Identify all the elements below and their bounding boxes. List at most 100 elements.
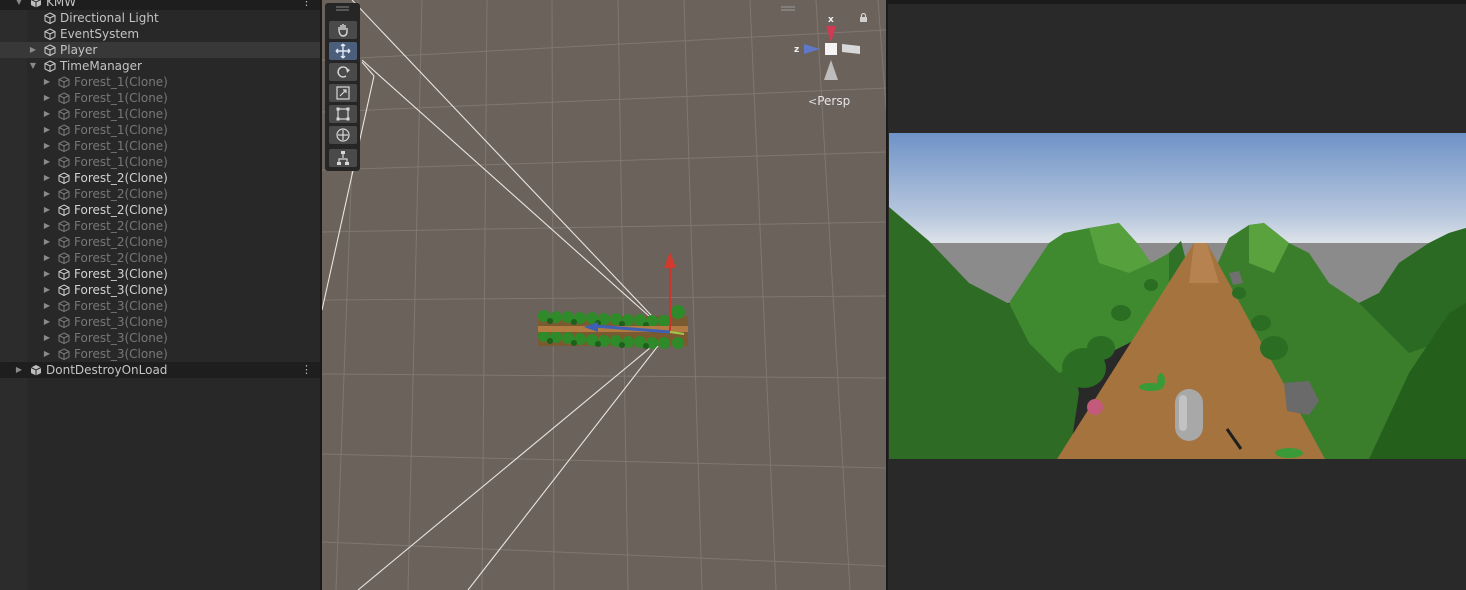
hierarchy-item-label: Player	[60, 43, 98, 57]
gameobject-icon	[58, 300, 70, 313]
move-icon	[335, 43, 351, 59]
gameobject-icon	[44, 44, 56, 57]
hierarchy-item[interactable]: ▶ Player	[0, 42, 320, 58]
rect-tool-icon	[336, 107, 350, 121]
more-menu-icon[interactable]: ⋮	[301, 362, 312, 378]
hierarchy-item-label: TimeManager	[60, 59, 142, 73]
collapse-arrow-icon[interactable]: ▶	[42, 106, 52, 122]
collapse-arrow-icon[interactable]: ▶	[42, 218, 52, 234]
game-render	[889, 133, 1466, 459]
hierarchy-scene-kmw[interactable]: ▼ KMW ⋮	[0, 0, 320, 10]
hierarchy-item[interactable]: ▶ Forest_1(Clone)	[0, 90, 320, 106]
hierarchy-item-label: Forest_3(Clone)	[74, 315, 168, 329]
hierarchy-item-label: Forest_1(Clone)	[74, 155, 168, 169]
hierarchy-item[interactable]: ▶ Forest_3(Clone)	[0, 314, 320, 330]
gameobject-icon	[58, 236, 70, 249]
collapse-arrow-icon[interactable]: ▶	[42, 250, 52, 266]
hierarchy-item-label: Forest_1(Clone)	[74, 91, 168, 105]
custom-tool-button[interactable]	[329, 149, 357, 167]
hierarchy-item[interactable]: ▶ Forest_1(Clone)	[0, 154, 320, 170]
collapse-arrow-icon[interactable]: ▶	[42, 202, 52, 218]
rotate-icon	[337, 66, 350, 78]
expand-arrow-icon[interactable]: ▼	[28, 58, 38, 74]
hierarchy-item-label: Forest_3(Clone)	[74, 299, 168, 313]
collapse-arrow-icon[interactable]: ▶	[42, 346, 52, 362]
more-menu-icon[interactable]: ⋮	[301, 0, 312, 10]
gameobject-icon	[58, 108, 70, 121]
hierarchy-item[interactable]: ▼ TimeManager	[0, 58, 320, 74]
collapse-arrow-icon[interactable]: ▶	[42, 234, 52, 250]
hierarchy-item[interactable]: ▶ Forest_2(Clone)	[0, 250, 320, 266]
collapse-arrow-icon[interactable]: ▶	[42, 122, 52, 138]
persp-label: Persp	[817, 94, 851, 108]
custom-tool-icon	[337, 151, 349, 165]
collapse-arrow-icon[interactable]: ▶	[42, 282, 52, 298]
hierarchy-item[interactable]: ▶ Forest_1(Clone)	[0, 106, 320, 122]
scale-tool-button[interactable]	[329, 84, 357, 102]
collapse-arrow-icon[interactable]: ▶	[42, 330, 52, 346]
hierarchy-panel: ▼ KMW ⋮ Directional Light EventSystem ▶ Player…	[0, 0, 320, 590]
gizmo-y-cone[interactable]	[824, 60, 838, 80]
hierarchy-scene-dontdestroyonload[interactable]: ▶ DontDestroyOnLoad ⋮	[0, 362, 320, 378]
hierarchy-item[interactable]: ▶ Forest_3(Clone)	[0, 346, 320, 362]
rect-tool-button[interactable]	[329, 105, 357, 123]
collapse-arrow-icon[interactable]: ▶	[42, 298, 52, 314]
hierarchy-item-label: Forest_1(Clone)	[74, 75, 168, 89]
hierarchy-item-label: Directional Light	[60, 11, 159, 25]
hierarchy-item[interactable]: ▶ Forest_3(Clone)	[0, 298, 320, 314]
scene-view[interactable]: x z <Persp	[322, 0, 886, 590]
hand-tool-button[interactable]	[329, 21, 357, 39]
hierarchy-item[interactable]: ▶ Forest_3(Clone)	[0, 266, 320, 282]
hierarchy-item[interactable]: ▶ Forest_3(Clone)	[0, 330, 320, 346]
hierarchy-item-label: Forest_2(Clone)	[74, 171, 168, 185]
collapse-arrow-icon[interactable]: ▶	[42, 170, 52, 186]
collapse-arrow-icon[interactable]: ▶	[42, 74, 52, 90]
collapse-arrow-icon[interactable]: ▶	[28, 42, 38, 58]
hierarchy-item[interactable]: ▶ Forest_2(Clone)	[0, 202, 320, 218]
scale-icon	[336, 86, 350, 100]
game-view[interactable]	[888, 0, 1466, 590]
collapse-arrow-icon[interactable]: ▶	[42, 186, 52, 202]
gameobject-icon	[58, 316, 70, 329]
hierarchy-item[interactable]: ▶ Forest_1(Clone)	[0, 122, 320, 138]
gizmo-z-cone[interactable]	[804, 44, 820, 54]
collapse-arrow-icon[interactable]: ▶	[14, 362, 24, 378]
hierarchy-item[interactable]: ▶ Forest_2(Clone)	[0, 186, 320, 202]
hierarchy-item-label: EventSystem	[60, 27, 140, 41]
axis-z-label: z	[794, 45, 799, 55]
gameobject-icon	[58, 252, 70, 265]
toolbar-grip-icon[interactable]	[325, 3, 360, 13]
gizmo-x-cone[interactable]	[826, 26, 836, 42]
hierarchy-item-label: Forest_2(Clone)	[74, 203, 168, 217]
collapse-arrow-icon[interactable]: ▶	[42, 90, 52, 106]
hierarchy-item[interactable]: Directional Light	[0, 10, 320, 26]
hierarchy-item-label: Forest_3(Clone)	[74, 347, 168, 361]
projection-toggle[interactable]: <Persp	[808, 94, 850, 108]
expand-arrow-icon[interactable]: ▼	[14, 0, 24, 10]
hierarchy-item[interactable]: ▶ Forest_2(Clone)	[0, 218, 320, 234]
gameobject-icon	[44, 28, 56, 41]
hierarchy-item-label: Forest_2(Clone)	[74, 187, 168, 201]
gizmo-neg-x-cone[interactable]	[842, 44, 860, 54]
persp-chevron-icon: <	[808, 95, 818, 108]
rotate-tool-button[interactable]	[329, 63, 357, 81]
collapse-arrow-icon[interactable]: ▶	[42, 154, 52, 170]
collapse-arrow-icon[interactable]: ▶	[42, 266, 52, 282]
hierarchy-item[interactable]: ▶ Forest_2(Clone)	[0, 170, 320, 186]
hierarchy-item[interactable]: ▶ Forest_2(Clone)	[0, 234, 320, 250]
axis-x-label: x	[828, 15, 834, 25]
orientation-gizmo[interactable]: x z	[790, 10, 870, 90]
hierarchy-item[interactable]: ▶ Forest_1(Clone)	[0, 74, 320, 90]
hierarchy-item[interactable]: EventSystem	[0, 26, 320, 42]
hierarchy-item[interactable]: ▶ Forest_3(Clone)	[0, 282, 320, 298]
move-tool-button[interactable]	[329, 42, 357, 60]
scene-toolbar	[325, 3, 360, 171]
gizmo-center-cube[interactable]	[825, 43, 837, 55]
transform-tool-button[interactable]	[329, 126, 357, 144]
hierarchy-item[interactable]: ▶ Forest_1(Clone)	[0, 138, 320, 154]
collapse-arrow-icon[interactable]: ▶	[42, 314, 52, 330]
collapse-arrow-icon[interactable]: ▶	[42, 138, 52, 154]
gameobject-icon	[58, 348, 70, 361]
gameobject-icon	[58, 332, 70, 345]
hierarchy-item-label: Forest_3(Clone)	[74, 331, 168, 345]
